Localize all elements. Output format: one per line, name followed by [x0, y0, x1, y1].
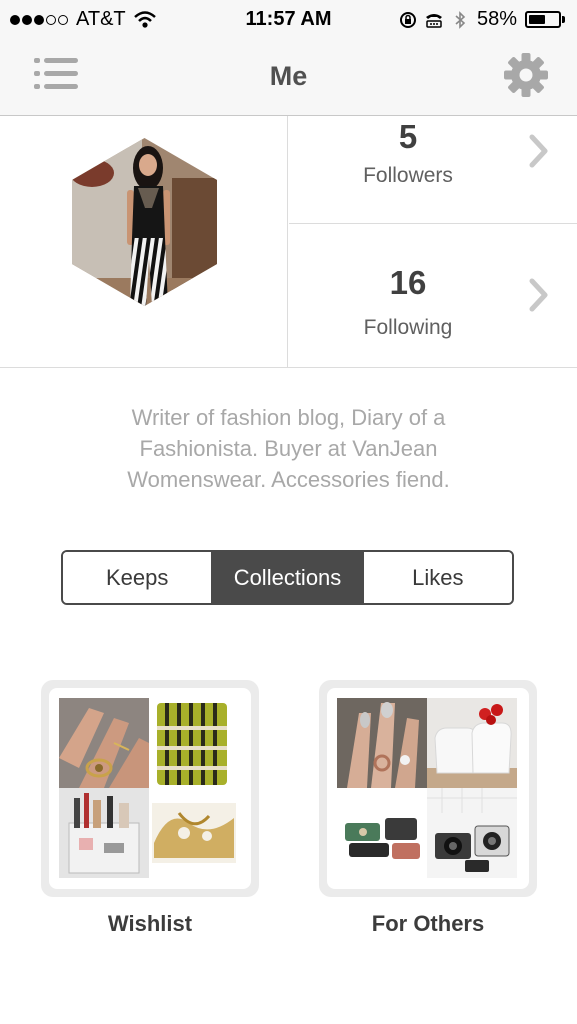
- battery-icon: [525, 11, 565, 28]
- following-count: 16: [389, 264, 427, 301]
- profile-header: 5 Followers 16 Following: [0, 116, 577, 368]
- collection-thumbnails: [49, 688, 251, 889]
- makeup-organizer-thumbnail: [59, 788, 149, 878]
- bluetooth-icon: [455, 10, 466, 29]
- tty-icon: [425, 13, 442, 28]
- chevron-right-icon: [529, 278, 548, 312]
- tab-collections[interactable]: Collections: [211, 552, 362, 603]
- white-pouches-thumbnail: [427, 698, 517, 788]
- settings-gear-icon[interactable]: [503, 52, 549, 98]
- collection-title: For Others: [371, 911, 485, 936]
- followers-stat[interactable]: 5 Followers: [289, 116, 577, 224]
- avatar-cell: [0, 116, 288, 367]
- avatar[interactable]: [72, 138, 217, 306]
- collection-thumbnails: [327, 688, 529, 889]
- followers-count: 5: [398, 118, 418, 155]
- vintage-tins-thumbnail: [337, 788, 427, 878]
- rotation-lock-icon: [399, 11, 416, 28]
- battery-percent: 58%: [476, 8, 517, 30]
- gold-art-thumbnail: [149, 788, 239, 878]
- menu-list-icon[interactable]: [32, 56, 80, 92]
- profile-bio: Writer of fashion blog, Diary of a Fashi…: [127, 405, 450, 492]
- following-label: Following: [363, 316, 453, 339]
- followers-label: Followers: [363, 164, 453, 187]
- chevron-right-icon: [529, 134, 548, 168]
- collection-card-wishlist[interactable]: Wishlist: [41, 680, 259, 937]
- collection-title: Wishlist: [107, 911, 193, 936]
- status-bar: AT&T 11:57 AM 58%: [0, 0, 577, 40]
- page-title: Me: [269, 61, 308, 91]
- rings-hand-thumbnail: [59, 698, 149, 788]
- collection-card-for-others[interactable]: For Others: [319, 680, 537, 937]
- collection-frame: [41, 680, 259, 897]
- nail-rings-thumbnail: [337, 698, 427, 788]
- woven-bag-thumbnail: [149, 698, 239, 788]
- cameras-thumbnail: [427, 788, 517, 878]
- tab-likes[interactable]: Likes: [361, 552, 512, 603]
- profile-tabs: Keeps Collections Likes: [61, 550, 514, 605]
- tab-keeps[interactable]: Keeps: [63, 552, 212, 603]
- status-right: 58%: [399, 8, 565, 31]
- following-stat[interactable]: 16 Following: [289, 224, 577, 367]
- nav-bar: Me: [0, 40, 577, 116]
- collection-frame: [319, 680, 537, 897]
